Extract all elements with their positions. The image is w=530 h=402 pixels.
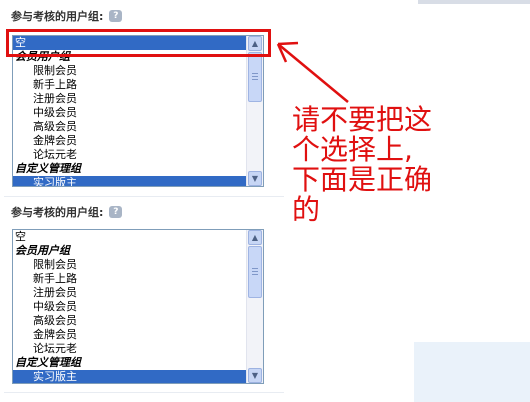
help-icon[interactable]: ? bbox=[109, 206, 123, 218]
annotation-line: 请不要把这 bbox=[292, 103, 433, 136]
list-option[interactable]: 实习版主 bbox=[13, 176, 246, 186]
listbox-options: 空会员用户组 限制会员 新手上路 注册会员 中级会员 高级会员 金牌会员 论坛元老 自定义管理组… bbox=[13, 230, 246, 383]
list-option[interactable]: 实习版主 bbox=[13, 370, 246, 383]
scroll-thumb[interactable] bbox=[248, 52, 262, 102]
scroll-down-icon[interactable]: ▼ bbox=[248, 171, 262, 186]
scroll-up-icon[interactable]: ▲ bbox=[248, 230, 262, 245]
optgroup-label: 自定义管理组 bbox=[15, 162, 81, 175]
scroll-thumb[interactable] bbox=[248, 246, 262, 298]
user-group-listbox-1[interactable]: 空会员用户组 限制会员 新手上路 注册会员 中级会员 高级会员 金牌会员 论坛元老 自定义管理组… bbox=[12, 35, 264, 187]
group-label-2: 参与考核的用户组: ? bbox=[11, 204, 123, 220]
listbox-options: 空会员用户组 限制会员 新手上路 注册会员 中级会员 高级会员 金牌会员 论坛元老 自定义管理组… bbox=[13, 36, 246, 186]
arrow-icon bbox=[276, 41, 349, 103]
divider bbox=[4, 196, 284, 197]
group-label-text: 参与考核的用户组: bbox=[11, 10, 104, 23]
optgroup-label: 会员用户组 bbox=[15, 244, 70, 257]
list-option[interactable]: 限制会员 bbox=[13, 258, 246, 272]
list-option[interactable]: 金牌会员 bbox=[13, 134, 246, 148]
highlight-box bbox=[6, 29, 271, 57]
optgroup-label: 自定义管理组 bbox=[15, 356, 81, 369]
list-option[interactable]: 金牌会员 bbox=[13, 328, 246, 342]
annotation-line: 个选择上, bbox=[292, 133, 413, 166]
list-option[interactable]: 论坛元老 bbox=[13, 342, 246, 356]
list-option[interactable]: 空 bbox=[13, 230, 246, 244]
annotation-text: 请不要把这 个选择上, 下面是正确 的 bbox=[292, 105, 462, 225]
list-option[interactable]: 注册会员 bbox=[13, 92, 246, 106]
top-right-decoration bbox=[418, 0, 530, 4]
bottom-right-panel bbox=[414, 342, 530, 402]
list-option[interactable]: 高级会员 bbox=[13, 314, 246, 328]
list-option[interactable]: 中级会员 bbox=[13, 106, 246, 120]
list-option[interactable]: 新手上路 bbox=[13, 78, 246, 92]
annotation-line: 下面是正确 bbox=[292, 163, 433, 196]
scrollbar[interactable]: ▲ ▼ bbox=[246, 36, 263, 186]
scrollbar[interactable]: ▲ ▼ bbox=[246, 230, 263, 383]
list-option[interactable]: 注册会员 bbox=[13, 286, 246, 300]
help-icon[interactable]: ? bbox=[109, 10, 123, 22]
divider bbox=[4, 392, 284, 393]
list-option[interactable]: 中级会员 bbox=[13, 300, 246, 314]
user-group-listbox-2[interactable]: 空会员用户组 限制会员 新手上路 注册会员 中级会员 高级会员 金牌会员 论坛元老 自定义管理组… bbox=[12, 229, 264, 384]
list-option[interactable]: 新手上路 bbox=[13, 272, 246, 286]
list-option[interactable]: 高级会员 bbox=[13, 120, 246, 134]
group-label-1: 参与考核的用户组: ? bbox=[11, 8, 123, 24]
group-label-text: 参与考核的用户组: bbox=[11, 206, 104, 219]
scroll-down-icon[interactable]: ▼ bbox=[248, 368, 262, 383]
annotation-line: 的 bbox=[292, 193, 321, 226]
list-option[interactable]: 论坛元老 bbox=[13, 148, 246, 162]
list-option[interactable]: 限制会员 bbox=[13, 64, 246, 78]
